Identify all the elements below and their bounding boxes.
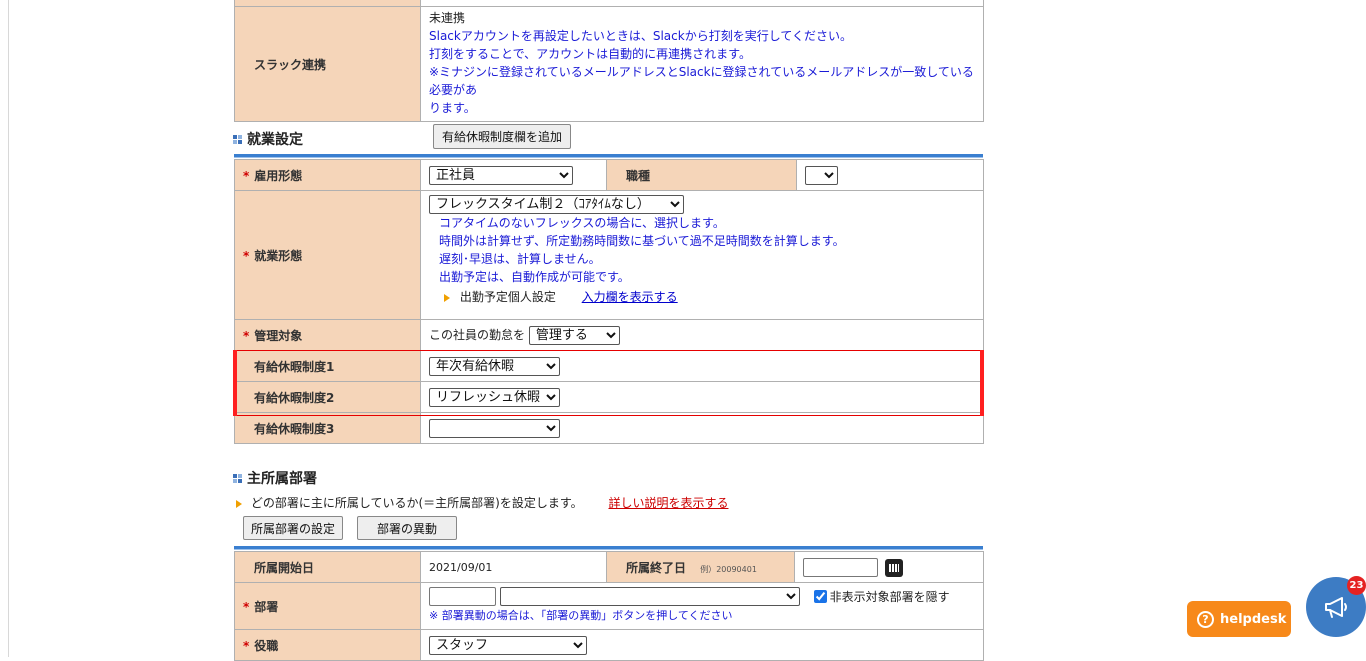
- dept-table: 所属開始日 2021/09/01 所属終了日 例）20090401 * 部署 非表…: [234, 551, 984, 661]
- work-style-select[interactable]: フレックスタイム制２（ｺｱﾀｲﾑなし）: [429, 195, 684, 214]
- slack-line1: Slackアカウントを再設定したいときは、Slackから打刻を実行してください。: [429, 29, 852, 43]
- work-style-description: コアタイムのないフレックスの場合に、選択します。 時間外は計算せず、所定勤務時間…: [439, 216, 845, 304]
- slack-line3: ※ミナジンに登録されているメールアドレスとSlackに登録されているメールアドレ…: [429, 65, 974, 97]
- page-left-border: [8, 0, 9, 657]
- arrow-right-icon: [236, 499, 242, 508]
- schedule-label: 出勤予定個人設定: [459, 290, 556, 304]
- arrow-right-icon: [444, 293, 450, 302]
- work-section-divider: [234, 154, 983, 158]
- end-date-example: 例）20090401: [700, 564, 757, 574]
- dept-code-input[interactable]: [429, 587, 496, 606]
- start-date-value: 2021/09/01: [420, 551, 607, 583]
- slack-table: スラック連携 未連携 Slackアカウントを再設定したいときは、Slackから打…: [234, 0, 984, 122]
- end-date-input[interactable]: [803, 557, 878, 577]
- job-type-label: 職種: [606, 159, 797, 191]
- slack-status: 未連携: [429, 11, 466, 25]
- dept-transfer-button[interactable]: 部署の異動: [357, 516, 457, 540]
- manage-prefix: この社員の勤怠を: [429, 327, 526, 342]
- dept-section-divider: [234, 546, 983, 550]
- highlight-box: [233, 350, 984, 416]
- helpdesk-button[interactable]: ? helpdesk: [1187, 601, 1291, 637]
- slack-info: 未連携 Slackアカウントを再設定したいときは、Slackから打刻を実行してく…: [420, 6, 984, 122]
- calendar-icon[interactable]: [884, 558, 903, 577]
- role-label: * 役職: [234, 629, 421, 661]
- notification-badge: 23: [1347, 576, 1366, 595]
- add-leave-field-button[interactable]: 有給休暇制度欄を追加: [433, 124, 572, 149]
- role-select[interactable]: スタッフ: [429, 635, 587, 655]
- section-grid-icon: [233, 135, 243, 145]
- dept-note: どの部署に主に所属しているか(＝主所属部署)を設定します。: [250, 496, 583, 510]
- hide-dept-checkbox[interactable]: [813, 590, 827, 603]
- show-detail-link[interactable]: 詳しい説明を表示する: [608, 496, 728, 510]
- megaphone-icon: [1325, 597, 1347, 618]
- manage-target-label: * 管理対象: [234, 319, 421, 351]
- dept-select[interactable]: [499, 587, 800, 606]
- section-grid-icon: [233, 474, 243, 484]
- dept-note-row: どの部署に主に所属しているか(＝主所属部署)を設定します。 詳しい説明を表示する: [236, 494, 728, 511]
- job-type-select[interactable]: [805, 165, 838, 185]
- dept-setting-button[interactable]: 所属部署の設定: [243, 516, 343, 540]
- work-style-label: * 就業形態: [234, 190, 421, 320]
- work-section-title: 就業設定: [233, 129, 303, 149]
- slack-label: スラック連携: [234, 6, 421, 122]
- leave-system-3-select[interactable]: [429, 418, 560, 438]
- manage-target-select[interactable]: 管理する: [528, 325, 620, 345]
- slack-line4: ります。: [429, 101, 476, 115]
- employment-type-label: * 雇用形態: [234, 159, 421, 191]
- slack-line2: 打刻をすることで、アカウントは自動的に再連携されます。: [429, 47, 751, 61]
- dept-section-title: 主所属部署: [233, 468, 317, 488]
- employment-type-select[interactable]: 正社員: [429, 165, 573, 185]
- hide-dept-option[interactable]: 非表示対象部署を隠す: [813, 590, 950, 604]
- show-schedule-input-link[interactable]: 入力欄を表示する: [582, 290, 678, 304]
- leave-system-3-label: 有給休暇制度3: [234, 412, 421, 444]
- end-date-label: 所属終了日 例）20090401: [606, 551, 795, 583]
- dept-note-text: ※ 部署異動の場合は、「部署の異動」ボタンを押してください: [429, 609, 733, 622]
- start-date-label: 所属開始日: [234, 551, 421, 583]
- dept-label: * 部署: [234, 582, 421, 630]
- question-icon: ?: [1197, 610, 1214, 628]
